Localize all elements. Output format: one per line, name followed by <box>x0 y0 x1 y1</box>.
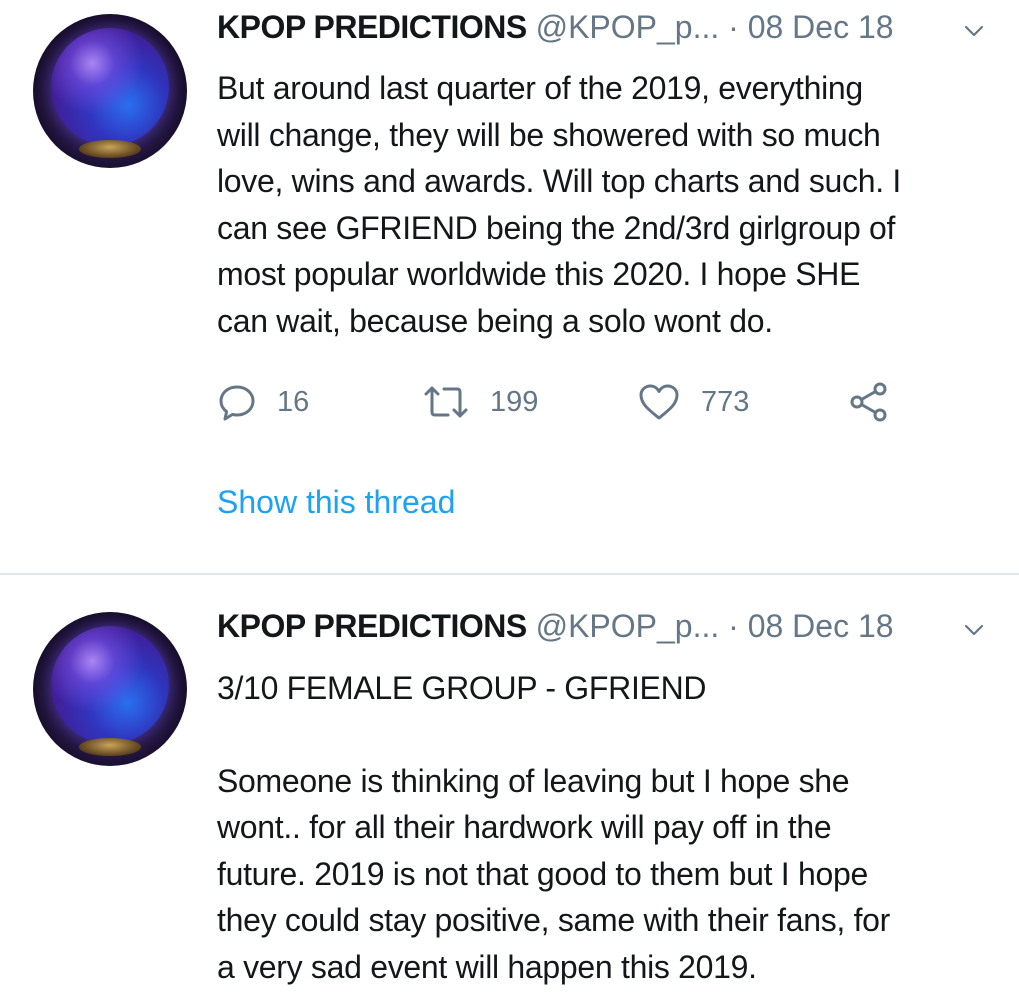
tweet-text: But around last quarter of the 2019, eve… <box>217 65 1007 344</box>
author-name[interactable]: KPOP PREDICTIONS <box>217 9 527 45</box>
chevron-down-icon[interactable] <box>962 19 986 43</box>
tweet-text-line: love, wins and awards. Will top charts a… <box>217 163 901 199</box>
separator-dot: · <box>728 9 739 45</box>
reply-bubble-icon <box>219 385 255 421</box>
crystal-ball-image <box>51 28 169 146</box>
show-thread-link[interactable]: Show this thread <box>217 484 455 521</box>
avatar[interactable] <box>33 612 187 766</box>
share-icon <box>850 382 887 422</box>
crystal-ball-image <box>51 626 169 744</box>
tweet-text: 3/10 FEMALE GROUP - GFRIEND Someone is t… <box>217 665 1007 990</box>
retweet-count: 199 <box>490 385 539 418</box>
retweet-button[interactable]: 199 <box>422 380 538 424</box>
tweet-header: KPOP PREDICTIONS @KPOP_p... · 08 Dec 18 <box>217 606 997 646</box>
tweet-text-line: most popular worldwide this 2020. I hope… <box>217 256 861 292</box>
tweet-date[interactable]: 08 Dec 18 <box>748 608 894 644</box>
share-button[interactable] <box>847 380 891 424</box>
tweet-date[interactable]: 08 Dec 18 <box>748 9 894 45</box>
tweet-text-line: can wait, because being a solo wont do. <box>217 302 773 339</box>
author-handle[interactable]: @KPOP_p... <box>536 608 720 644</box>
tweet-text-line: a very sad event will happen this 2019. <box>217 948 757 985</box>
tweet-actions: 16 199 773 <box>217 380 917 424</box>
tweet[interactable]: KPOP PREDICTIONS @KPOP_p... · 08 Dec 18 … <box>0 575 1019 999</box>
reply-count: 16 <box>277 385 310 418</box>
tweet-text-line: future. 2019 is not that good to them bu… <box>217 855 868 892</box>
crystal-ball-stand <box>79 738 141 756</box>
chevron-down-icon[interactable] <box>962 618 986 642</box>
tweet-text-line: wont.. for all their hardwork will pay o… <box>217 809 832 845</box>
separator-dot: · <box>728 608 739 644</box>
tweet-text-line: But around last quarter of the 2019, eve… <box>217 70 863 106</box>
reply-button[interactable]: 16 <box>217 380 309 424</box>
like-count: 773 <box>701 385 750 418</box>
heart-icon <box>639 384 679 420</box>
tweet[interactable]: KPOP PREDICTIONS @KPOP_p... · 08 Dec 18 … <box>0 0 1019 574</box>
tweet-text-line: they could stay positive, same with thei… <box>217 902 891 938</box>
tweet-text-line: Someone is thinking of leaving but I hop… <box>217 762 850 799</box>
tweet-text-line: can see GFRIEND being the 2nd/3rd girlgr… <box>217 209 896 246</box>
author-handle[interactable]: @KPOP_p... <box>536 9 720 45</box>
like-button[interactable]: 773 <box>637 380 749 424</box>
tweet-text-line: 3/10 FEMALE GROUP - GFRIEND <box>217 670 707 706</box>
avatar[interactable] <box>33 14 187 168</box>
tweet-text-line: will change, they will be showered with … <box>217 116 881 153</box>
crystal-ball-stand <box>79 140 141 158</box>
author-name[interactable]: KPOP PREDICTIONS <box>217 608 527 644</box>
tweet-header: KPOP PREDICTIONS @KPOP_p... · 08 Dec 18 <box>217 7 997 47</box>
retweet-icon <box>424 386 468 418</box>
